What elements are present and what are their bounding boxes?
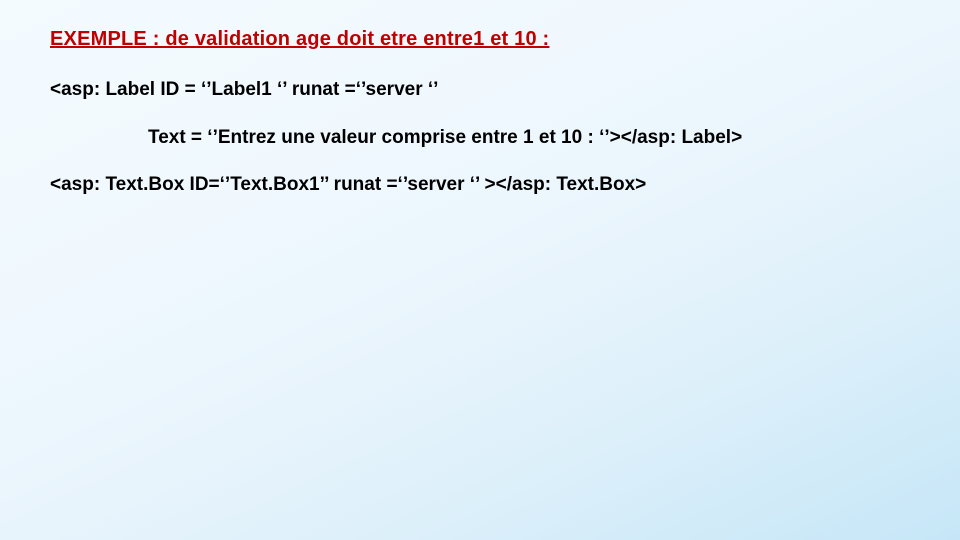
slide-content: EXEMPLE : de validation age doit etre en…	[50, 28, 910, 220]
code-line-3: <asp: Text.Box ID=‘’Text.Box1’’ runat =‘…	[50, 172, 910, 198]
slide-title: EXEMPLE : de validation age doit etre en…	[50, 28, 910, 51]
code-line-1: <asp: Label ID = ‘’Label1 ‘’ runat =‘’se…	[50, 77, 910, 103]
slide: EXEMPLE : de validation age doit etre en…	[0, 0, 960, 540]
code-line-2: Text = ‘’Entrez une valeur comprise entr…	[50, 125, 910, 151]
